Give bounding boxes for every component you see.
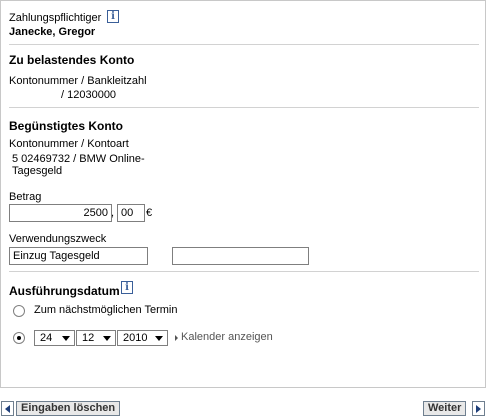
next-button[interactable]: Weiter bbox=[423, 401, 467, 416]
radio-next-possible-label: Zum nächstmöglichen Termin bbox=[34, 304, 178, 316]
separator bbox=[9, 271, 479, 272]
debit-account-label: Kontonummer / Bankleitzahl bbox=[9, 75, 147, 87]
execution-date-heading: Ausführungsdatum bbox=[9, 284, 120, 298]
month-select[interactable]: 12 bbox=[76, 330, 116, 346]
show-calendar-link[interactable]: Kalender anzeigen bbox=[181, 331, 273, 343]
amount-euros-input[interactable] bbox=[9, 204, 112, 222]
payer-name: Janecke, Gregor bbox=[9, 26, 96, 38]
next-arrow-button[interactable] bbox=[472, 401, 485, 416]
chevron-down-icon bbox=[62, 336, 70, 341]
reset-button[interactable]: Eingaben löschen bbox=[16, 401, 121, 416]
year-select[interactable]: 2010 bbox=[117, 330, 168, 346]
purpose-label: Verwendungszweck bbox=[9, 233, 107, 245]
amount-cents-input[interactable] bbox=[117, 204, 145, 222]
info-icon[interactable]: i bbox=[121, 281, 133, 294]
debit-account-heading: Zu belastendes Konto bbox=[9, 53, 135, 67]
arrow-left-icon bbox=[5, 405, 10, 413]
day-select[interactable]: 24 bbox=[34, 330, 75, 346]
amount-separator: , bbox=[111, 207, 115, 219]
chevron-down-icon bbox=[155, 336, 163, 341]
triangle-right-icon bbox=[175, 335, 178, 341]
year-value: 2010 bbox=[123, 332, 148, 344]
purpose-line2-input[interactable] bbox=[172, 247, 309, 265]
transfer-form-panel: Zahlungspflichtiger i Janecke, Gregor Zu… bbox=[0, 0, 486, 388]
radio-next-possible-date[interactable] bbox=[13, 305, 25, 317]
debit-account-value: / 12030000 bbox=[61, 89, 117, 101]
arrow-right-icon bbox=[476, 405, 481, 413]
chevron-down-icon bbox=[103, 336, 111, 341]
purpose-line1-input[interactable] bbox=[9, 247, 148, 265]
beneficiary-account-heading: Begünstigtes Konto bbox=[9, 119, 123, 133]
separator bbox=[9, 107, 479, 108]
info-icon[interactable]: i bbox=[107, 10, 119, 23]
beneficiary-account-label: Kontonummer / Kontoart bbox=[9, 138, 129, 150]
payer-label: Zahlungspflichtiger bbox=[9, 12, 102, 24]
currency-symbol: € bbox=[146, 207, 153, 219]
separator bbox=[9, 44, 479, 45]
beneficiary-account-line1: 5 02469732 / BMW Online- bbox=[12, 153, 145, 165]
reset-arrow-button[interactable] bbox=[1, 401, 14, 416]
beneficiary-account-line2: Tagesgeld bbox=[12, 165, 63, 177]
amount-label: Betrag bbox=[9, 191, 42, 203]
day-value: 24 bbox=[40, 332, 53, 344]
radio-specific-date[interactable] bbox=[13, 332, 25, 344]
month-value: 12 bbox=[82, 332, 95, 344]
